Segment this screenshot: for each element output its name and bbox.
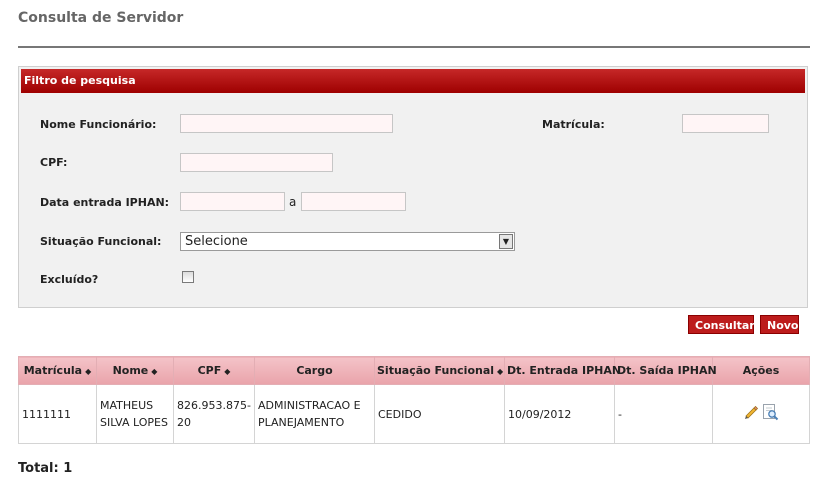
cell-dt-entrada: 10/09/2012 xyxy=(504,384,615,444)
cpf-input[interactable] xyxy=(180,153,333,172)
cell-acoes xyxy=(712,384,810,444)
col-header-cpf[interactable]: CPF ◆ xyxy=(173,356,255,385)
table-row: 1111111 MATHEUS SILVA LOPES 826.953.875-… xyxy=(18,384,810,444)
data-entrada-label: Data entrada IPHAN: xyxy=(40,196,170,209)
filter-header: Filtro de pesquisa xyxy=(21,69,805,93)
nome-funcionario-input[interactable] xyxy=(180,114,393,133)
situacao-funcional-label: Situação Funcional: xyxy=(40,235,162,248)
col-header-nome[interactable]: Nome ◆ xyxy=(96,356,174,385)
cell-matricula: 1111111 xyxy=(18,384,97,444)
cell-cpf: 826.953.875-20 xyxy=(173,384,255,444)
sort-icon[interactable]: ◆ xyxy=(85,367,91,376)
col-header-acoes: Ações xyxy=(712,356,810,385)
consultar-button[interactable]: Consultar xyxy=(688,315,755,334)
chevron-down-icon[interactable]: ▼ xyxy=(499,234,513,249)
col-header-situacao[interactable]: Situação Funcional ◆ xyxy=(374,356,505,385)
excluido-checkbox[interactable] xyxy=(182,271,194,283)
cell-cargo: ADMINISTRACAO E PLANEJAMENTO xyxy=(254,384,375,444)
col-header-dt-saida: Dt. Saída IPHAN xyxy=(614,356,717,385)
sort-icon[interactable]: ◆ xyxy=(497,367,503,376)
title-divider xyxy=(18,46,810,48)
edit-icon[interactable] xyxy=(743,404,759,425)
cell-nome: MATHEUS SILVA LOPES xyxy=(96,384,174,444)
situacao-funcional-select[interactable]: Selecione ▼ xyxy=(180,232,515,251)
filter-panel: Filtro de pesquisa Nome Funcionário: Mat… xyxy=(18,66,808,308)
data-entrada-from-input[interactable] xyxy=(180,192,285,211)
data-entrada-to-input[interactable] xyxy=(301,192,406,211)
page-title: Consulta de Servidor xyxy=(18,10,184,26)
matricula-label: Matrícula: xyxy=(542,118,605,131)
cell-dt-saida: - xyxy=(614,384,713,444)
sort-icon[interactable]: ◆ xyxy=(151,367,157,376)
novo-button[interactable]: Novo xyxy=(760,315,799,334)
cpf-label: CPF: xyxy=(40,156,68,169)
view-icon[interactable] xyxy=(762,403,779,426)
situacao-selected-value: Selecione xyxy=(185,234,248,249)
col-header-dt-entrada: Dt. Entrada IPHAN xyxy=(504,356,621,385)
table-header-row: Matrícula ◆ Nome ◆ CPF ◆ Cargo Situação Fun… xyxy=(18,356,810,385)
matricula-input[interactable] xyxy=(682,114,769,133)
sort-icon[interactable]: ◆ xyxy=(224,367,230,376)
results-table: Matrícula ◆ Nome ◆ CPF ◆ Cargo Situação Fun… xyxy=(18,356,810,444)
total-count: Total: 1 xyxy=(18,461,73,476)
excluido-label: Excluído? xyxy=(40,273,99,286)
nome-funcionario-label: Nome Funcionário: xyxy=(40,118,157,131)
cell-situacao: CEDIDO xyxy=(374,384,505,444)
col-header-matricula[interactable]: Matrícula ◆ xyxy=(18,356,97,385)
date-range-separator: a xyxy=(289,195,297,209)
col-header-cargo: Cargo xyxy=(254,356,375,385)
